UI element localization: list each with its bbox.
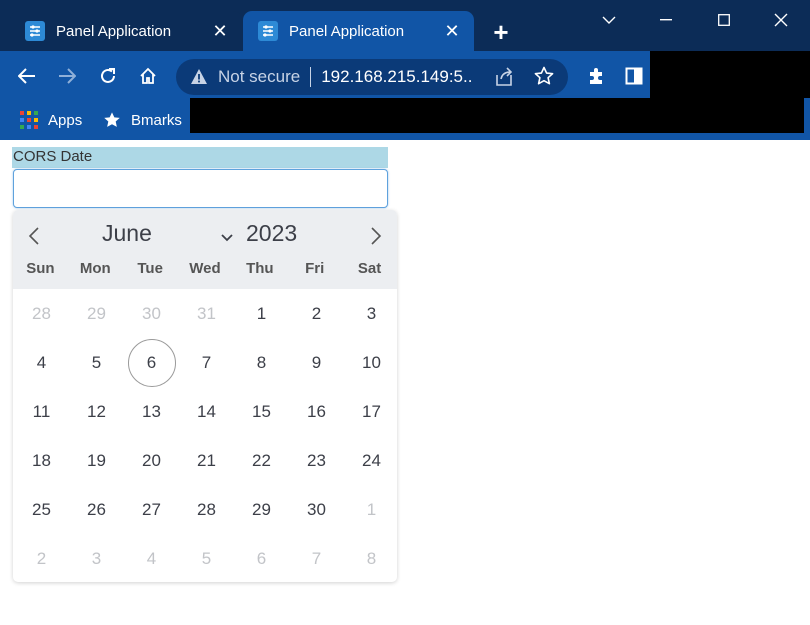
calendar-day-today[interactable]: 6 xyxy=(127,339,176,387)
calendar-day[interactable]: 7 xyxy=(293,535,341,582)
calendar-day[interactable]: 6 xyxy=(238,535,286,582)
weekday-label: Wed xyxy=(189,260,221,277)
bookmark-label: Bmarks xyxy=(131,111,182,129)
minimize-icon[interactable] xyxy=(643,6,689,34)
calendar-day[interactable]: 26 xyxy=(73,486,121,534)
maximize-icon[interactable] xyxy=(701,6,747,34)
calendar-day[interactable]: 3 xyxy=(73,535,121,582)
reload-icon[interactable] xyxy=(95,63,121,89)
calendar-day[interactable]: 3 xyxy=(348,290,396,338)
calendar-day[interactable]: 29 xyxy=(73,290,121,338)
calendar-day[interactable]: 1 xyxy=(348,486,396,534)
calendar-day[interactable]: 16 xyxy=(293,388,341,436)
calendar-day[interactable]: 24 xyxy=(348,437,396,485)
calendar-day[interactable]: 2 xyxy=(293,290,341,338)
date-input[interactable] xyxy=(13,169,388,208)
calendar-day[interactable]: 31 xyxy=(183,290,231,338)
prev-month-chevron-icon[interactable] xyxy=(22,224,46,248)
calendar-day[interactable]: 17 xyxy=(348,388,396,436)
home-icon[interactable] xyxy=(135,63,161,89)
side-panel-icon[interactable] xyxy=(621,63,647,89)
url-text[interactable]: 192.168.215.149:5... xyxy=(321,67,473,87)
month-select[interactable]: June xyxy=(102,220,152,247)
date-picker-calendar: June 2023 Sun Mon Tue Wed Thu Fri Sat 28… xyxy=(13,210,397,582)
tab-panel-application-1[interactable]: Panel Application ✕ xyxy=(10,11,242,51)
security-status-text[interactable]: Not secure xyxy=(218,67,300,87)
tab-title: Panel Application xyxy=(56,22,172,40)
omnibox-divider xyxy=(310,67,312,87)
calendar-day[interactable]: 4 xyxy=(128,535,176,582)
star-icon xyxy=(104,112,120,127)
bookmark-star-icon[interactable] xyxy=(534,66,554,91)
calendar-day[interactable]: 19 xyxy=(73,437,121,485)
calendar-day[interactable]: 12 xyxy=(73,388,121,436)
calendar-day[interactable]: 25 xyxy=(18,486,66,534)
new-tab-button[interactable]: + xyxy=(488,19,514,46)
tab-search-chevron-icon[interactable] xyxy=(586,6,632,34)
next-month-chevron-icon[interactable] xyxy=(364,224,388,248)
panel-favicon-icon xyxy=(258,21,278,41)
year-input[interactable]: 2023 xyxy=(246,220,297,247)
weekday-label: Mon xyxy=(79,260,111,277)
calendar-day[interactable]: 22 xyxy=(238,437,286,485)
calendar-day[interactable]: 10 xyxy=(348,339,396,387)
apps-grid-icon xyxy=(20,111,38,129)
forward-arrow-icon[interactable] xyxy=(54,63,80,89)
tab-title: Panel Application xyxy=(289,22,405,40)
month-dropdown-chevron-icon[interactable] xyxy=(221,229,233,247)
bookmark-apps[interactable]: Apps xyxy=(20,108,82,132)
redacted-area xyxy=(190,98,804,133)
calendar-day[interactable]: 27 xyxy=(128,486,176,534)
field-label: CORS Date xyxy=(12,147,388,168)
calendar-day[interactable]: 9 xyxy=(293,339,341,387)
calendar-day[interactable]: 28 xyxy=(183,486,231,534)
tab-strip: Panel Application ✕ Panel Application ✕ … xyxy=(0,0,810,51)
share-icon[interactable] xyxy=(494,67,514,92)
weekday-label: Thu xyxy=(246,260,274,277)
panel-favicon-icon xyxy=(25,21,45,41)
calendar-day[interactable]: 15 xyxy=(238,388,286,436)
bookmark-bmarks[interactable]: Bmarks xyxy=(103,108,182,132)
calendar-day[interactable]: 14 xyxy=(183,388,231,436)
weekday-label: Sun xyxy=(26,260,55,277)
calendar-day[interactable]: 8 xyxy=(238,339,286,387)
back-arrow-icon[interactable] xyxy=(14,63,40,89)
calendar-day[interactable]: 30 xyxy=(128,290,176,338)
extensions-puzzle-icon[interactable] xyxy=(583,63,609,89)
calendar-day[interactable]: 4 xyxy=(18,339,66,387)
bookmark-label: Apps xyxy=(48,111,83,129)
calendar-day[interactable]: 2 xyxy=(18,535,66,582)
weekday-label: Tue xyxy=(137,260,163,277)
browser-chrome: Panel Application ✕ Panel Application ✕ … xyxy=(0,0,810,140)
calendar-day[interactable]: 7 xyxy=(183,339,231,387)
weekday-label: Fri xyxy=(305,260,325,277)
calendar-day[interactable]: 21 xyxy=(183,437,231,485)
weekday-label: Sat xyxy=(357,260,382,277)
calendar-day[interactable]: 1 xyxy=(238,290,286,338)
calendar-header: June 2023 Sun Mon Tue Wed Thu Fri Sat xyxy=(13,210,397,289)
calendar-day[interactable]: 5 xyxy=(73,339,121,387)
calendar-day[interactable]: 30 xyxy=(293,486,341,534)
calendar-day[interactable]: 23 xyxy=(293,437,341,485)
calendar-day[interactable]: 28 xyxy=(18,290,66,338)
calendar-day[interactable]: 11 xyxy=(18,388,66,436)
calendar-day[interactable]: 20 xyxy=(128,437,176,485)
close-tab-icon[interactable]: ✕ xyxy=(440,19,464,43)
calendar-day[interactable]: 5 xyxy=(183,535,231,582)
weekday-header-row: Sun Mon Tue Wed Thu Fri Sat xyxy=(13,260,397,282)
tab-panel-application-2[interactable]: Panel Application ✕ xyxy=(243,11,474,51)
redacted-area xyxy=(650,51,810,98)
calendar-day[interactable]: 8 xyxy=(348,535,396,582)
warning-triangle-icon[interactable] xyxy=(190,68,208,86)
window-close-icon[interactable] xyxy=(758,6,804,34)
calendar-day[interactable]: 29 xyxy=(238,486,286,534)
calendar-day[interactable]: 18 xyxy=(18,437,66,485)
address-bar[interactable]: Not secure 192.168.215.149:5... xyxy=(176,59,568,95)
close-tab-icon[interactable]: ✕ xyxy=(208,19,232,43)
calendar-day[interactable]: 13 xyxy=(128,388,176,436)
